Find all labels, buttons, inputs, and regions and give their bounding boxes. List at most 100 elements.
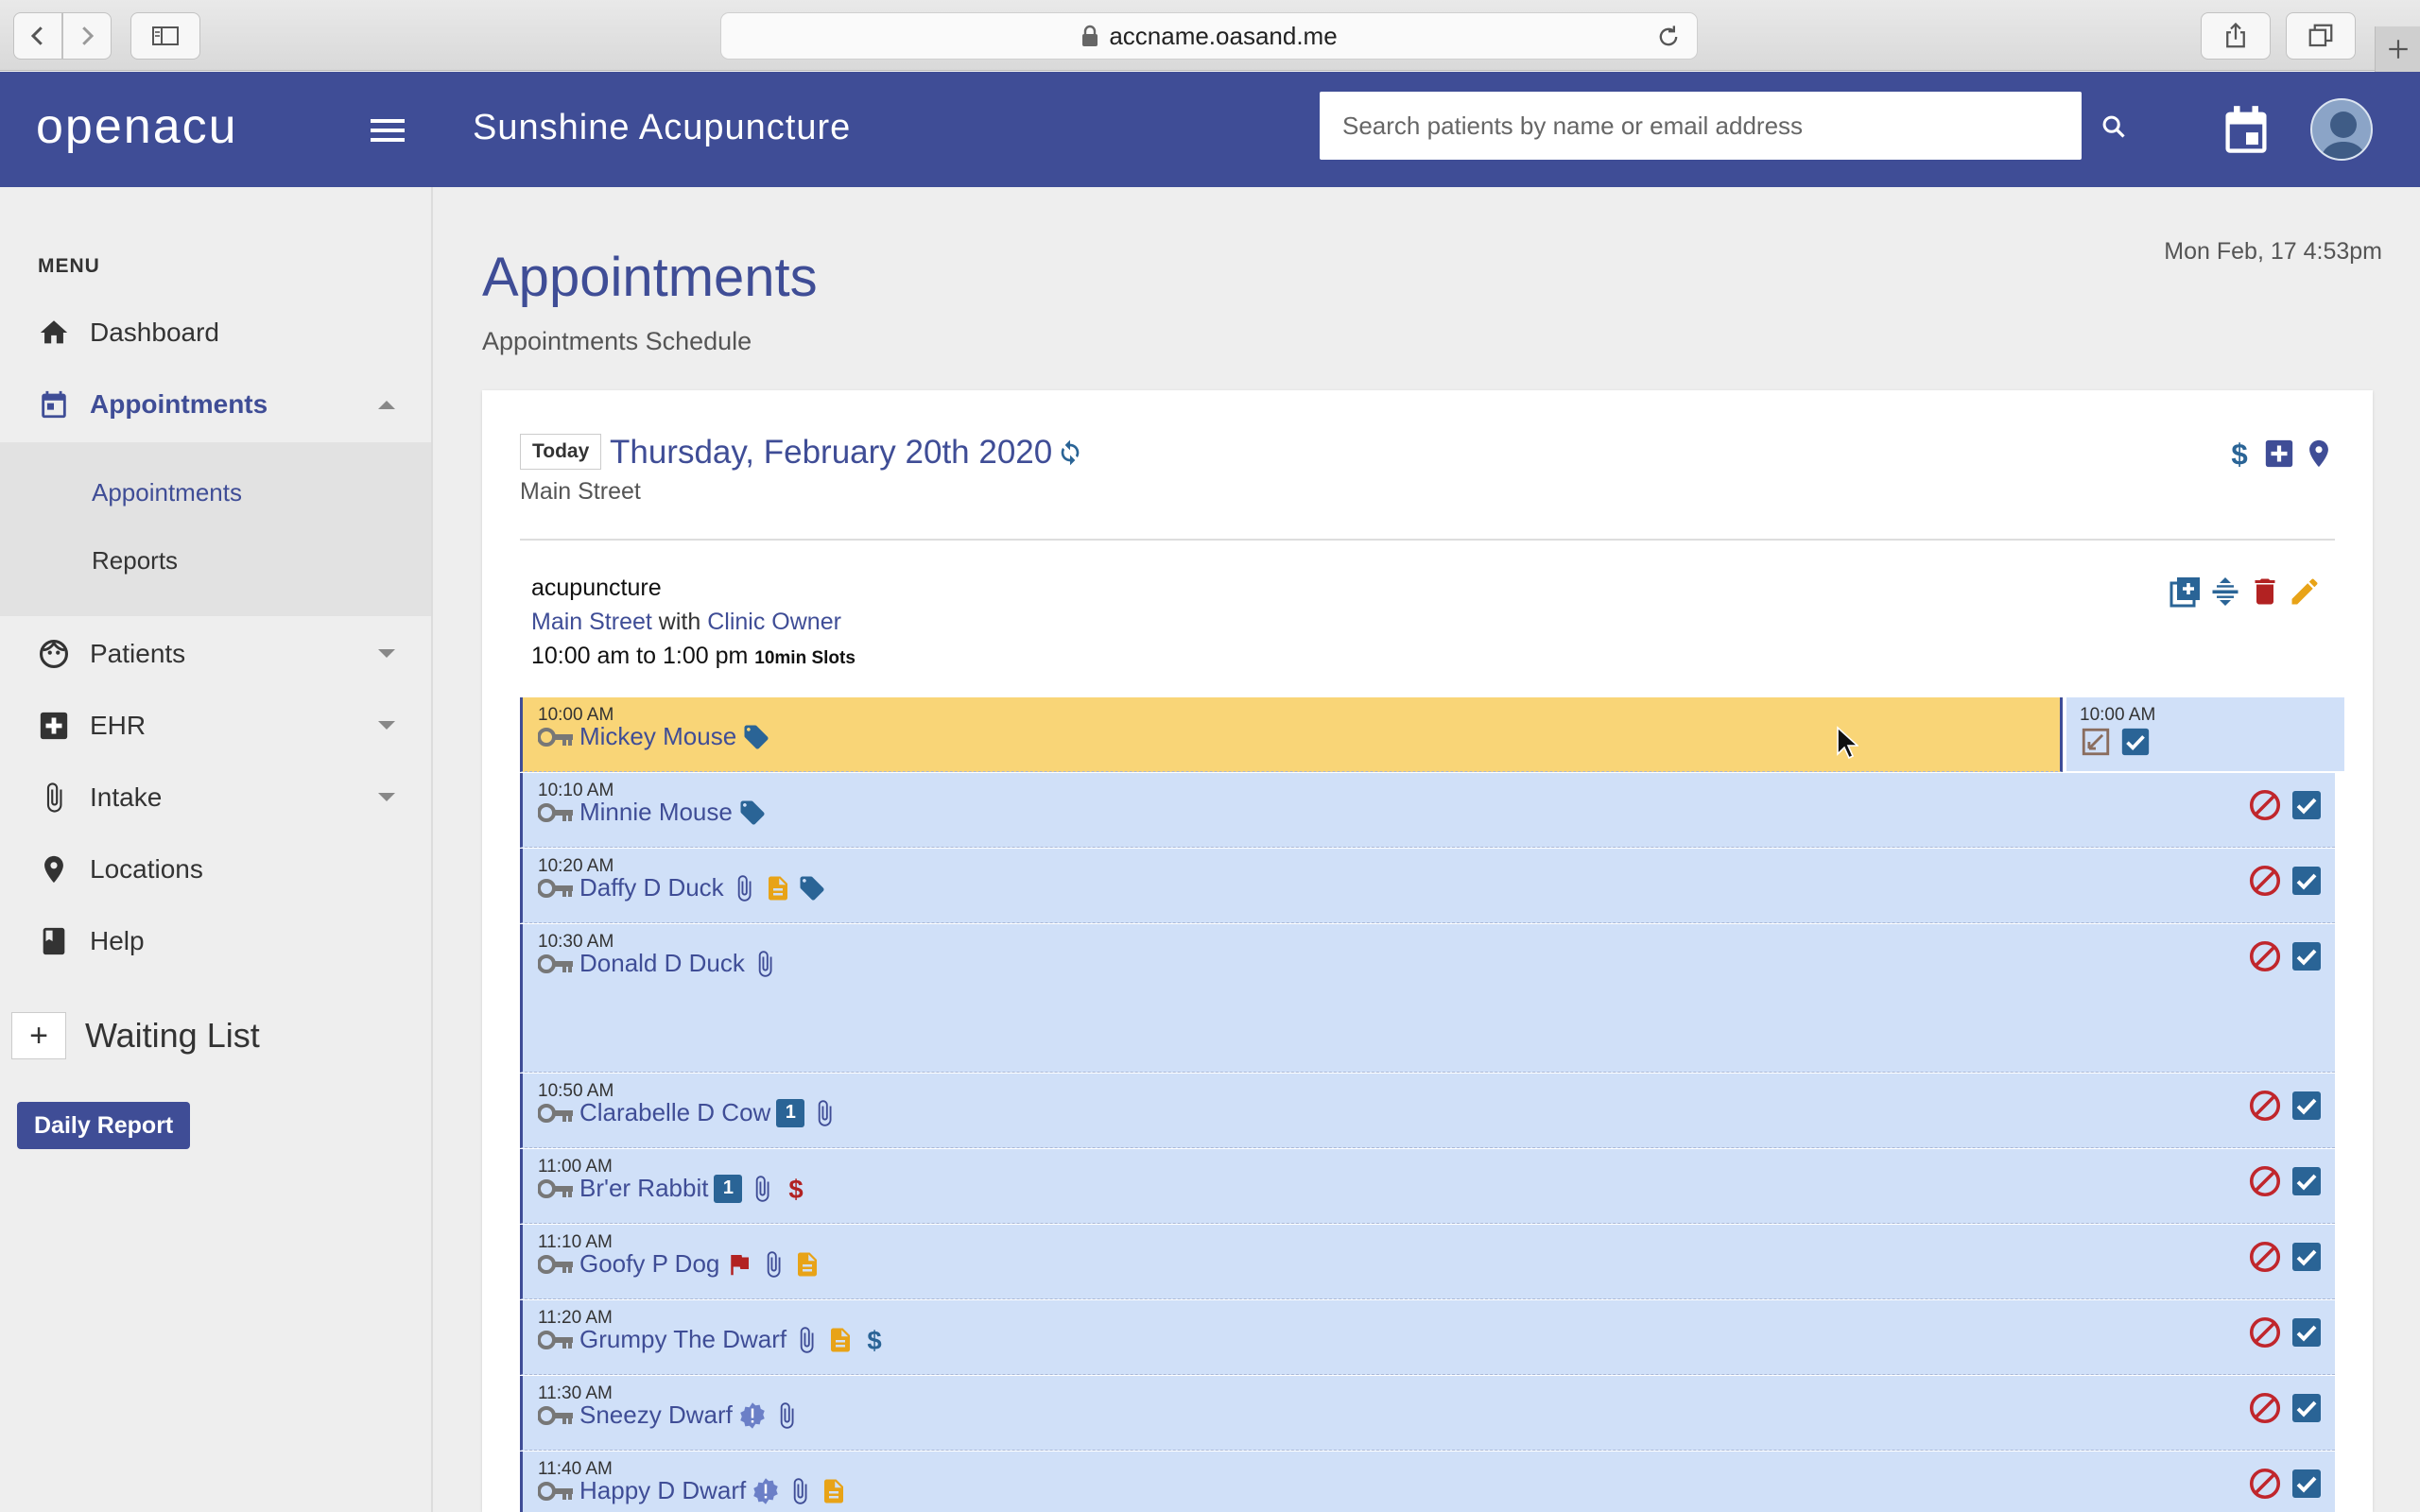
checkbox-checked-icon[interactable] [2290, 788, 2324, 822]
dollar-blue-icon[interactable] [860, 1326, 889, 1354]
appointment-row[interactable]: 10:30 AM Donald D Duck [520, 924, 2335, 1073]
forward-button[interactable] [62, 12, 112, 60]
appointment-row[interactable]: 11:40 AM Happy D Dwarf [520, 1452, 2335, 1512]
submenu-item-reports[interactable]: Reports [92, 546, 178, 576]
checkbox-checked-icon[interactable] [2290, 1467, 2324, 1501]
note-icon[interactable] [793, 1250, 821, 1279]
paperclip-icon[interactable] [786, 1477, 814, 1505]
checkbox-checked-icon[interactable] [2290, 939, 2324, 973]
dollar-red-icon[interactable] [782, 1175, 810, 1203]
patient-name-link[interactable]: Mickey Mouse [579, 722, 736, 751]
expand-icon[interactable] [2080, 726, 2112, 758]
patient-name-link[interactable]: Donald D Duck [579, 949, 745, 978]
patient-name-link[interactable]: Goofy P Dog [579, 1249, 719, 1279]
tag-icon[interactable] [738, 799, 767, 827]
reload-icon[interactable] [1655, 24, 1682, 50]
sidebar-item-locations[interactable]: Locations [0, 841, 433, 898]
cancel-icon[interactable] [2248, 1089, 2282, 1123]
tabs-button[interactable] [2286, 12, 2356, 60]
pencil-icon[interactable] [2288, 575, 2322, 609]
dollar-icon[interactable]: $ [2223, 438, 2256, 470]
block-location-link[interactable]: Main Street [531, 609, 652, 635]
logo[interactable]: openacu [36, 98, 238, 155]
cancel-icon[interactable] [2248, 1240, 2282, 1274]
today-button[interactable]: Today [520, 434, 602, 470]
add-waiting-list-button[interactable]: + [11, 1012, 66, 1059]
trash-icon[interactable] [2248, 575, 2282, 609]
appointment-row[interactable]: 10:10 AM Minnie Mouse [520, 773, 2335, 848]
patient-name-link[interactable]: Br'er Rabbit [579, 1174, 708, 1203]
checkbox-checked-icon[interactable] [2119, 726, 2152, 758]
patient-search-input[interactable] [1342, 111, 2082, 141]
sidebar-item-patients[interactable]: Patients [0, 626, 433, 682]
checkbox-checked-icon[interactable] [2290, 864, 2324, 898]
alert-badge-icon[interactable] [738, 1401, 767, 1430]
concurrent-slot-actions [2080, 726, 2152, 758]
paperclip-icon[interactable] [730, 874, 758, 902]
tag-icon[interactable] [798, 874, 826, 902]
checkbox-checked-icon[interactable] [2290, 1240, 2324, 1274]
address-bar[interactable]: accname.oasand.me [720, 12, 1698, 60]
user-avatar[interactable] [2310, 98, 2373, 161]
map-pin-icon[interactable] [2303, 438, 2335, 470]
cancel-icon[interactable] [2248, 788, 2282, 822]
note-icon[interactable] [820, 1477, 848, 1505]
patient-name-link[interactable]: Sneezy Dwarf [579, 1400, 733, 1430]
paperclip-icon[interactable] [759, 1250, 787, 1279]
patient-name-link[interactable]: Happy D Dwarf [579, 1476, 746, 1505]
sidebar-item-ehr[interactable]: EHR [0, 697, 433, 754]
search-icon[interactable] [2100, 113, 2127, 140]
appointment-row[interactable]: 11:30 AM Sneezy Dwarf [520, 1376, 2335, 1451]
patient-name-link[interactable]: Minnie Mouse [579, 798, 733, 827]
back-button[interactable] [13, 12, 62, 60]
block-practitioner-link[interactable]: Clinic Owner [707, 609, 841, 635]
waiting-list-label[interactable]: Waiting List [85, 1016, 260, 1056]
strikethrough-icon[interactable] [2208, 575, 2242, 609]
concurrent-slot[interactable]: 10:00 AM [2066, 697, 2344, 771]
sidebar-item-dashboard[interactable]: Dashboard [0, 304, 433, 361]
flag-icon[interactable] [725, 1250, 753, 1279]
appointment-row[interactable]: 11:00 AM Br'er Rabbit 1 [520, 1149, 2335, 1224]
copy-block-icon[interactable] [2169, 575, 2203, 609]
paperclip-icon[interactable] [792, 1326, 821, 1354]
paperclip-icon[interactable] [772, 1401, 801, 1430]
cancel-icon[interactable] [2248, 1391, 2282, 1425]
checkbox-checked-icon[interactable] [2290, 1315, 2324, 1349]
appointment-row[interactable]: 10:20 AM Daffy D Duck [520, 849, 2335, 923]
note-icon[interactable] [826, 1326, 855, 1354]
note-icon[interactable] [764, 874, 792, 902]
refresh-icon[interactable] [1055, 438, 1085, 468]
patient-name-link[interactable]: Clarabelle D Cow [579, 1098, 770, 1127]
cancel-icon[interactable] [2248, 864, 2282, 898]
appointment-row[interactable]: 11:10 AM Goofy P Dog [520, 1225, 2335, 1299]
appointment-row[interactable]: 10:50 AM Clarabelle D Cow 1 [520, 1074, 2335, 1148]
alert-badge-icon[interactable] [752, 1477, 780, 1505]
daily-report-button[interactable]: Daily Report [17, 1102, 191, 1149]
sidebar-item-appointments[interactable]: Appointments [0, 376, 433, 433]
paperclip-icon[interactable] [748, 1175, 776, 1203]
appointment-row[interactable]: 10:00 AM Mickey Mouse [520, 697, 2063, 772]
share-button[interactable] [2201, 12, 2271, 60]
paperclip-icon[interactable] [751, 950, 779, 978]
checkbox-checked-icon[interactable] [2290, 1164, 2324, 1198]
schedule-date[interactable]: Thursday, February 20th 2020 [610, 434, 1052, 472]
tag-icon[interactable] [742, 723, 770, 751]
cancel-icon[interactable] [2248, 939, 2282, 973]
calendar-icon[interactable] [2221, 104, 2271, 157]
add-block-icon[interactable] [2263, 438, 2295, 470]
checkbox-checked-icon[interactable] [2290, 1391, 2324, 1425]
checkbox-checked-icon[interactable] [2290, 1089, 2324, 1123]
patient-name-link[interactable]: Daffy D Duck [579, 873, 724, 902]
sidebar-item-help[interactable]: Help [0, 913, 433, 970]
patient-name-link[interactable]: Grumpy The Dwarf [579, 1325, 786, 1354]
cancel-icon[interactable] [2248, 1315, 2282, 1349]
sidebar-toggle-button[interactable] [130, 12, 200, 60]
new-tab-button[interactable] [2375, 26, 2420, 72]
hamburger-menu-icon[interactable] [369, 112, 406, 149]
sidebar-item-intake[interactable]: Intake [0, 769, 433, 826]
paperclip-icon[interactable] [810, 1099, 838, 1127]
cancel-icon[interactable] [2248, 1164, 2282, 1198]
submenu-item-appointments[interactable]: Appointments [92, 478, 242, 507]
cancel-icon[interactable] [2248, 1467, 2282, 1501]
appointment-row[interactable]: 11:20 AM Grumpy The Dwarf [520, 1300, 2335, 1375]
